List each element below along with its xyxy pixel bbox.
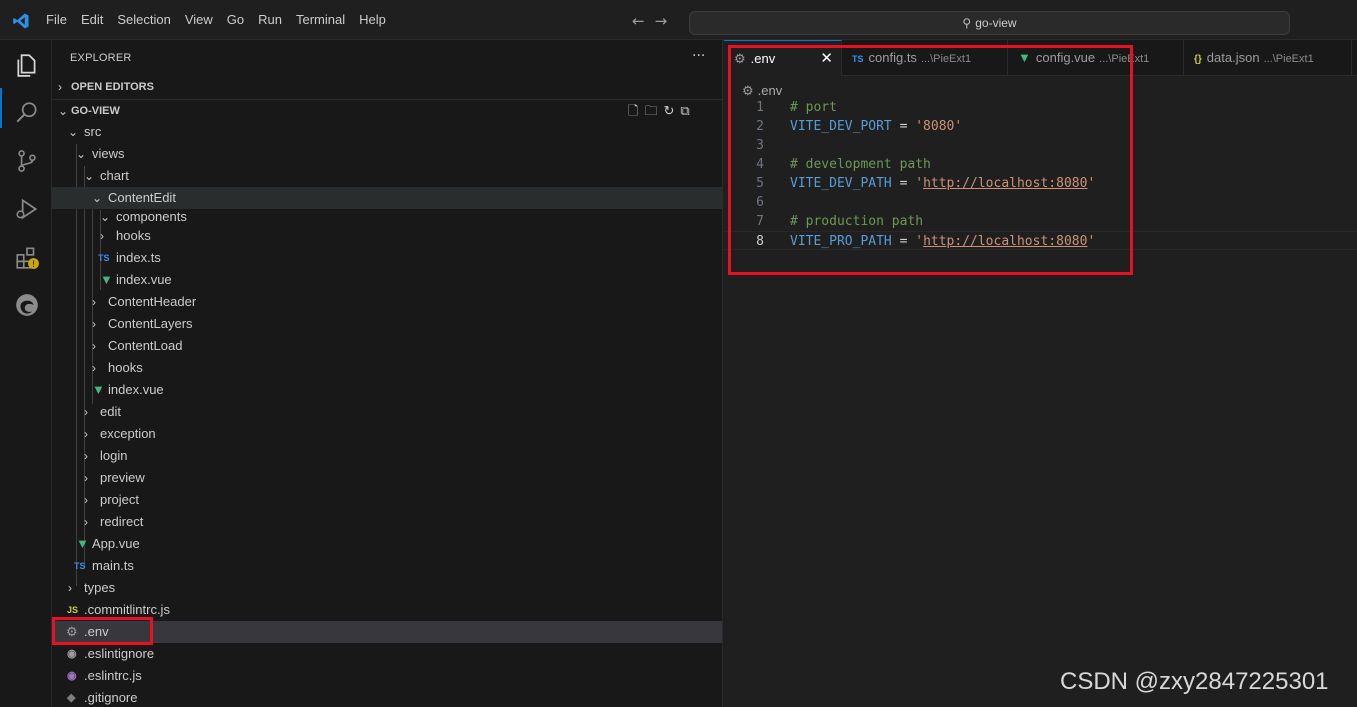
tree-item-folder[interactable]: › edit [52, 401, 722, 423]
tree-item-file[interactable]: TS index.ts [52, 247, 722, 269]
forward-arrow-icon[interactable]: → [655, 12, 668, 30]
chevron-down-icon: ⌄ [76, 147, 87, 161]
tree-item-folder[interactable]: › hooks [52, 357, 722, 379]
chevron-right-icon: › [84, 405, 88, 419]
new-file-icon[interactable]: 🗋 [628, 100, 638, 122]
chevron-right-icon: › [92, 317, 96, 331]
menu-go[interactable]: Go [227, 0, 244, 40]
eslint-file-icon: ◉ [67, 670, 77, 682]
typescript-file-icon: TS [98, 253, 110, 263]
chevron-right-icon: › [84, 515, 88, 529]
tree-item-folder[interactable]: › ContentLoad [52, 335, 722, 357]
svg-text:!: ! [32, 260, 35, 270]
project-section[interactable]: ⌄ GO-VIEW 🗋 🗀 ↻ ⧉ [52, 99, 722, 122]
menu-run[interactable]: Run [258, 0, 282, 40]
chevron-right-icon: › [92, 295, 96, 309]
tree-item-folder[interactable]: › login [52, 445, 722, 467]
chevron-right-icon: › [84, 449, 88, 463]
git-file-icon: ◆ [67, 692, 76, 704]
chevron-down-icon: ⌄ [84, 169, 95, 183]
tree-item-folder[interactable]: › ContentHeader [52, 291, 722, 313]
chevron-right-icon: › [92, 361, 96, 375]
tree-item-folder[interactable]: ⌄ src [52, 121, 722, 143]
tree-item-folder[interactable]: ⌄ views [52, 143, 722, 165]
menu-edit[interactable]: Edit [81, 0, 103, 40]
menu-terminal[interactable]: Terminal [296, 0, 345, 40]
extensions-icon[interactable]: ! [14, 244, 40, 270]
run-debug-icon[interactable] [14, 196, 40, 222]
tree-item-file[interactable]: ▼ App.vue [52, 533, 722, 555]
tree-item-folder[interactable]: › preview [52, 467, 722, 489]
source-control-icon[interactable] [14, 148, 40, 174]
more-actions-icon[interactable]: ··· [692, 48, 705, 64]
collapse-all-icon[interactable]: ⧉ [680, 100, 689, 122]
explorer-title: EXPLORER [70, 52, 132, 64]
watermark: CSDN @zxy2847225301 [1060, 668, 1329, 695]
eslintignore-file-icon: ◉ [67, 648, 77, 660]
tree-item-folder[interactable]: › redirect [52, 511, 722, 533]
vscode-logo-icon [13, 13, 29, 29]
tree-item-folder[interactable]: › ContentLayers [52, 313, 722, 335]
chevron-down-icon: ⌄ [58, 104, 69, 118]
chevron-right-icon: › [68, 581, 72, 595]
tree-item-folder[interactable]: ⌄ chart [52, 165, 722, 187]
chevron-right-icon: › [84, 471, 88, 485]
menu-help[interactable]: Help [359, 0, 386, 40]
tree-item-file[interactable]: ◆ .gitignore [52, 687, 722, 707]
explorer-sidebar: EXPLORER ··· › OPEN EDITORS ⌄ GO-VIEW 🗋 … [52, 40, 723, 707]
chevron-right-icon: › [84, 493, 88, 507]
annotation-box [728, 45, 1133, 275]
vue-file-icon: ▼ [100, 272, 113, 287]
tree-item-folder[interactable]: › hooks [52, 225, 722, 247]
open-editors-section[interactable]: › OPEN EDITORS [52, 76, 722, 98]
tree-item-file[interactable]: ▼ index.vue [52, 269, 722, 291]
chevron-right-icon: › [84, 427, 88, 441]
menu-bar: File Edit Selection View Go Run Terminal… [46, 0, 400, 40]
typescript-file-icon: TS [74, 561, 86, 571]
back-arrow-icon[interactable]: ← [632, 12, 645, 30]
nav-arrows: ← → [632, 12, 677, 30]
tree-item-folder[interactable]: › types [52, 577, 722, 599]
menu-view[interactable]: View [185, 0, 213, 40]
vue-file-icon: ▼ [92, 382, 105, 397]
menu-selection[interactable]: Selection [117, 0, 170, 40]
chevron-right-icon: › [100, 229, 104, 243]
explorer-actions: 🗋 🗀 ↻ ⧉ [628, 100, 690, 122]
tree-item-file[interactable]: ◉ .eslintignore [52, 643, 722, 665]
search-icon[interactable] [14, 100, 40, 126]
chevron-down-icon: ⌄ [68, 125, 79, 139]
menu-file[interactable]: File [46, 0, 67, 40]
active-indicator [0, 88, 2, 128]
edge-icon[interactable] [14, 292, 40, 318]
tree-item-file[interactable]: ▼ index.vue [52, 379, 722, 401]
title-bar: File Edit Selection View Go Run Terminal… [0, 0, 1357, 40]
explorer-icon[interactable] [14, 52, 40, 78]
activity-bar: ! [0, 40, 52, 707]
tree-item-file[interactable]: ◉ .eslintrc.js [52, 665, 722, 687]
chevron-right-icon: › [92, 339, 96, 353]
refresh-icon[interactable]: ↻ [663, 100, 674, 122]
tree-item-folder[interactable]: › exception [52, 423, 722, 445]
annotation-box [52, 617, 153, 645]
tab-data-json[interactable]: {} data.json ...\PieExt1 [1184, 40, 1352, 76]
tree-item-file[interactable]: TS main.ts [52, 555, 722, 577]
chevron-right-icon: › [58, 80, 62, 94]
new-folder-icon[interactable]: 🗀 [644, 100, 657, 122]
search-icon: ⚲ [962, 16, 972, 30]
tree-item-folder[interactable]: › project [52, 489, 722, 511]
search-text: go-view [975, 16, 1017, 30]
command-center-search[interactable]: ⚲ go-view [689, 11, 1290, 35]
json-file-icon: {} [1194, 54, 1202, 65]
vue-file-icon: ▼ [76, 536, 89, 551]
